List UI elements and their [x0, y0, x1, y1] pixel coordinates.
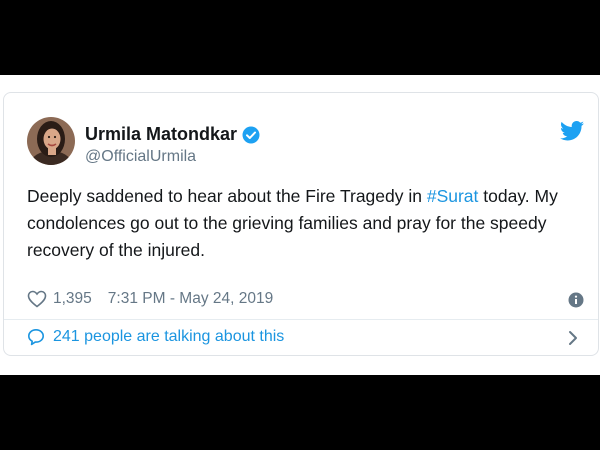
hashtag-link[interactable]: #Surat [427, 186, 479, 206]
avatar[interactable] [27, 117, 75, 165]
divider [4, 319, 598, 320]
letterbox-bottom [0, 375, 600, 450]
like-count[interactable]: 1,395 [53, 290, 92, 308]
conversation-link[interactable]: 241 people are talking about this [27, 328, 284, 346]
tweet-text-part: Deeply saddened to hear about the Fire T… [27, 186, 427, 206]
author-name[interactable]: Urmila Matondkar [85, 124, 237, 145]
speech-bubble-icon [27, 328, 45, 346]
tweet-meta: 1,395 7:31 PM - May 24, 2019 [27, 290, 273, 308]
author-name-row[interactable]: Urmila Matondkar [85, 124, 260, 145]
info-icon[interactable] [568, 292, 584, 308]
tweet-card[interactable]: Urmila Matondkar @OfficialUrmila Deeply … [3, 92, 599, 356]
letterbox-top [0, 0, 600, 75]
conversation-text[interactable]: 241 people are talking about this [53, 328, 284, 346]
tweet-text: Deeply saddened to hear about the Fire T… [27, 183, 577, 264]
verified-badge-icon [242, 126, 260, 144]
author-handle[interactable]: @OfficialUrmila [85, 148, 196, 166]
heart-icon[interactable] [27, 290, 47, 308]
chevron-right-icon[interactable] [567, 329, 579, 347]
screenshot-frame: Urmila Matondkar @OfficialUrmila Deeply … [0, 75, 600, 375]
timestamp[interactable]: 7:31 PM - May 24, 2019 [108, 290, 273, 308]
twitter-bird-icon[interactable] [560, 121, 584, 141]
